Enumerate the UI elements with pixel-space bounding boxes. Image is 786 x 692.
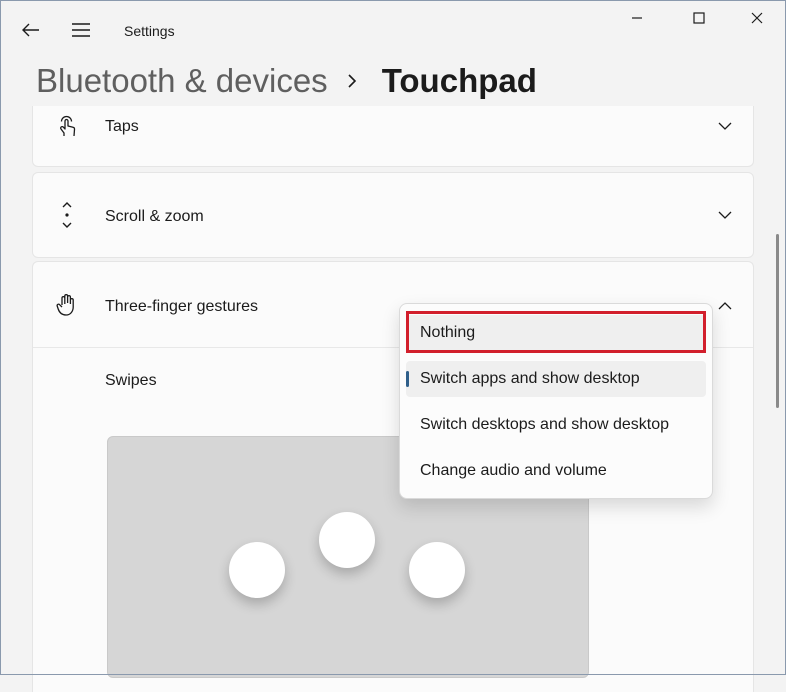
selected-indicator — [406, 371, 409, 387]
scroll-fade — [32, 100, 754, 106]
app-title: Settings — [124, 23, 175, 39]
three-finger-gestures-label: Three-finger gestures — [105, 298, 258, 315]
close-button[interactable] — [734, 4, 780, 36]
swipes-label: Swipes — [105, 372, 157, 389]
back-arrow-icon — [22, 23, 40, 42]
finger-dot-left — [229, 542, 285, 598]
dropdown-option-nothing[interactable]: Nothing — [406, 315, 706, 351]
breadcrumb: Bluetooth & devices Touchpad — [36, 58, 537, 104]
title-bar: Settings — [0, 0, 786, 62]
close-icon — [751, 11, 763, 29]
minimize-button[interactable] — [614, 4, 660, 36]
three-finger-hand-icon — [54, 292, 80, 318]
minimize-icon — [631, 11, 643, 29]
navigation-menu-button[interactable] — [64, 16, 98, 48]
vertical-scrollbar[interactable] — [776, 234, 779, 408]
tap-hand-icon — [54, 114, 80, 140]
swipes-dropdown-menu: Nothing Switch apps and show desktop Swi… — [399, 303, 713, 499]
finger-dot-right — [409, 542, 465, 598]
chevron-down-icon[interactable] — [717, 118, 733, 134]
scroll-arrows-icon — [54, 202, 80, 228]
back-button[interactable] — [14, 16, 48, 48]
breadcrumb-parent-link[interactable]: Bluetooth & devices — [36, 62, 328, 100]
scroll-zoom-label: Scroll & zoom — [105, 208, 204, 225]
finger-dot-middle — [319, 512, 375, 568]
dropdown-option-switch-apps[interactable]: Switch apps and show desktop — [406, 361, 706, 397]
page-title: Touchpad — [381, 62, 537, 99]
taps-label: Taps — [105, 118, 139, 135]
chevron-up-icon[interactable] — [717, 297, 733, 313]
chevron-right-icon — [346, 74, 360, 88]
scroll-zoom-section[interactable]: Scroll & zoom — [32, 172, 754, 258]
taps-section[interactable]: Taps — [32, 104, 754, 167]
maximize-icon — [693, 11, 705, 29]
dropdown-option-switch-desktops[interactable]: Switch desktops and show desktop — [406, 407, 706, 443]
dropdown-option-change-audio[interactable]: Change audio and volume — [406, 453, 706, 489]
maximize-button[interactable] — [676, 4, 722, 36]
hamburger-menu-icon — [72, 22, 90, 42]
chevron-down-icon[interactable] — [717, 207, 733, 223]
